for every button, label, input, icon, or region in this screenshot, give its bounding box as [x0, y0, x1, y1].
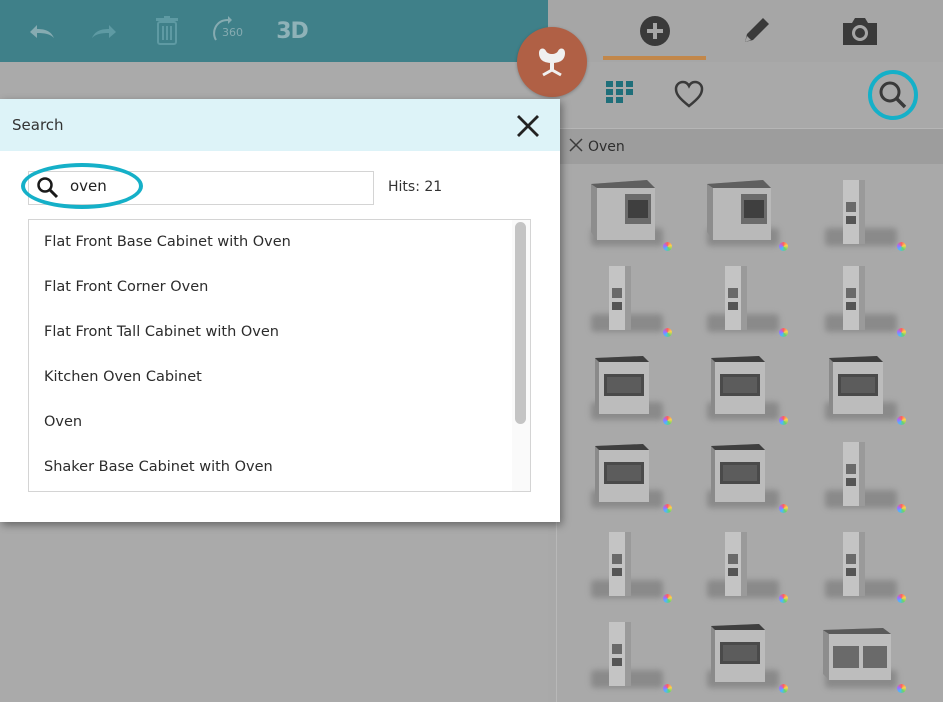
color-options-icon[interactable] [663, 416, 672, 425]
catalog-item[interactable] [701, 526, 817, 614]
search-results-list: Flat Front Base Cabinet with Oven Flat F… [28, 219, 531, 492]
color-options-icon[interactable] [897, 594, 906, 603]
catalog-item[interactable] [585, 436, 701, 524]
range-oven-thumbnail [701, 348, 777, 428]
catalog-item[interactable] [819, 260, 935, 348]
catalog-item[interactable] [701, 174, 817, 262]
color-options-icon[interactable] [897, 684, 906, 693]
catalog-item[interactable] [819, 348, 935, 436]
catalog-item[interactable] [585, 526, 701, 614]
rotate-360-icon[interactable]: 360 [210, 14, 246, 48]
range-oven-thumbnail [585, 348, 661, 428]
result-item[interactable]: Oven [44, 414, 82, 430]
range-oven-thumbnail [819, 348, 895, 428]
catalog-item[interactable] [585, 260, 701, 348]
result-item[interactable]: Flat Front Corner Oven [44, 279, 208, 295]
close-icon[interactable] [514, 112, 542, 140]
color-options-icon[interactable] [897, 416, 906, 425]
double-range-oven-thumbnail [819, 616, 895, 696]
tall-oven-cabinet-thumbnail [819, 174, 895, 254]
catalog-item[interactable] [701, 260, 817, 348]
catalog-view-bar [548, 62, 943, 128]
catalog-item[interactable] [819, 616, 935, 702]
tall-oven-cabinet-thumbnail [585, 616, 661, 696]
catalog-item[interactable] [819, 436, 935, 524]
catalog-search-button[interactable] [868, 70, 918, 120]
catalog-item[interactable] [701, 348, 817, 436]
color-options-icon[interactable] [663, 684, 672, 693]
dialog-title: Search [12, 116, 64, 134]
result-item[interactable]: Kitchen Oven Cabinet [44, 369, 202, 385]
color-options-icon[interactable] [663, 328, 672, 337]
tall-oven-cabinet-thumbnail [585, 526, 661, 606]
catalog-grid [556, 164, 943, 702]
catalog-item[interactable] [701, 436, 817, 524]
color-options-icon[interactable] [779, 328, 788, 337]
color-options-icon[interactable] [897, 504, 906, 513]
catalog-item[interactable] [585, 174, 701, 262]
base-oven-cabinet-thumbnail [701, 174, 777, 254]
color-options-icon[interactable] [897, 242, 906, 251]
remove-filter-icon[interactable] [568, 137, 584, 157]
tall-oven-cabinet-thumbnail [819, 526, 895, 606]
catalog-panel: Oven [548, 0, 943, 702]
dialog-header: Search [0, 99, 560, 151]
active-filter-chip[interactable]: Oven [556, 128, 943, 164]
add-icon[interactable] [633, 0, 677, 62]
pencil-icon[interactable] [734, 0, 778, 62]
search-dialog: Search Hits: 21 Flat Front Base Cabinet … [0, 99, 560, 522]
color-options-icon[interactable] [779, 242, 788, 251]
color-options-icon[interactable] [779, 684, 788, 693]
color-options-icon[interactable] [663, 594, 672, 603]
view-3d-button[interactable]: 3D [270, 14, 314, 48]
rotate-360-label: 360 [222, 26, 243, 39]
base-oven-cabinet-thumbnail [585, 174, 661, 254]
tall-oven-cabinet-thumbnail [585, 260, 661, 340]
active-tab-indicator [603, 56, 706, 60]
trash-icon[interactable] [152, 14, 182, 48]
range-oven-thumbnail [701, 436, 777, 516]
tall-oven-cabinet-thumbnail [819, 436, 895, 516]
color-options-icon[interactable] [663, 242, 672, 251]
search-icon [879, 81, 907, 109]
catalog-item[interactable] [585, 348, 701, 436]
redo-icon[interactable] [86, 14, 122, 48]
top-toolbar: 360 3D [0, 0, 548, 62]
grid-view-icon[interactable] [606, 81, 636, 107]
chair-icon [539, 48, 565, 77]
tall-oven-cabinet-thumbnail [701, 260, 777, 340]
tall-oven-cabinet-thumbnail [819, 260, 895, 340]
color-options-icon[interactable] [779, 594, 788, 603]
result-item[interactable]: Flat Front Tall Cabinet with Oven [44, 324, 279, 340]
result-item[interactable]: Shaker Base Cabinet with Oven [44, 459, 273, 475]
hits-count: Hits: 21 [388, 179, 443, 195]
catalog-item[interactable] [701, 616, 817, 702]
color-options-icon[interactable] [779, 504, 788, 513]
color-options-icon[interactable] [779, 416, 788, 425]
tall-oven-cabinet-thumbnail [701, 526, 777, 606]
catalog-item[interactable] [819, 526, 935, 614]
catalog-item[interactable] [585, 616, 701, 702]
range-oven-thumbnail [585, 436, 661, 516]
color-options-icon[interactable] [897, 328, 906, 337]
furniture-catalog-button[interactable] [517, 27, 587, 97]
color-options-icon[interactable] [663, 504, 672, 513]
results-scrollbar-thumb[interactable] [515, 222, 526, 424]
catalog-tabs [548, 0, 943, 62]
search-highlight-ring [21, 163, 143, 209]
camera-icon[interactable] [838, 0, 882, 62]
undo-icon[interactable] [24, 14, 60, 48]
filter-label: Oven [588, 138, 625, 155]
heart-icon[interactable] [674, 80, 704, 112]
range-oven-thumbnail [701, 616, 777, 696]
catalog-item[interactable] [819, 174, 935, 262]
result-item[interactable]: Flat Front Base Cabinet with Oven [44, 234, 291, 250]
